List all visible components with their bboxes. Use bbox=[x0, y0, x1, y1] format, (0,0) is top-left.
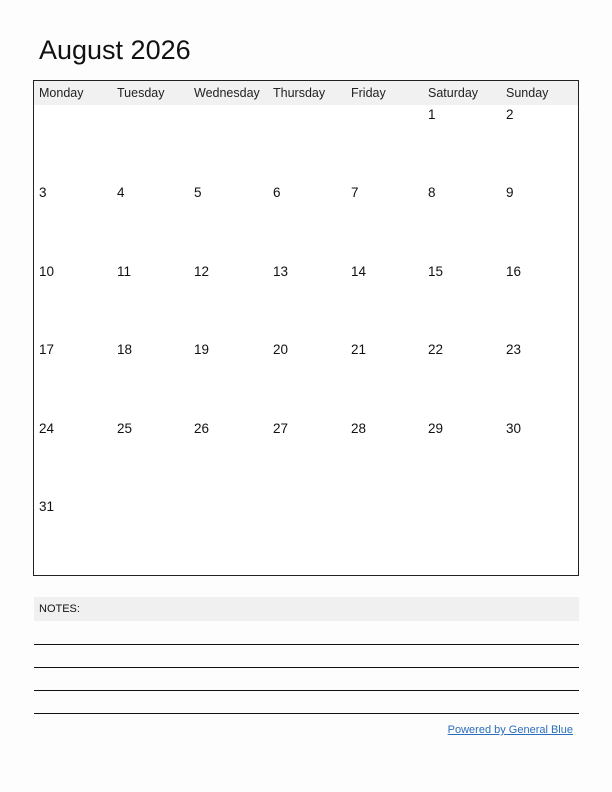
day-cell: 3 bbox=[39, 185, 47, 200]
note-line[interactable] bbox=[34, 667, 579, 668]
day-cell: 23 bbox=[506, 342, 522, 357]
day-cell: 16 bbox=[506, 264, 522, 279]
day-cell: 5 bbox=[194, 185, 202, 200]
day-cell: 25 bbox=[117, 421, 133, 436]
weekday-friday: Friday bbox=[351, 86, 386, 100]
note-line[interactable] bbox=[34, 644, 579, 645]
day-cell: 20 bbox=[273, 342, 289, 357]
day-cell: 4 bbox=[117, 185, 125, 200]
day-cell: 8 bbox=[428, 185, 436, 200]
weekday-monday: Monday bbox=[39, 86, 84, 100]
day-cell: 15 bbox=[428, 264, 444, 279]
calendar-grid: Monday Tuesday Wednesday Thursday Friday… bbox=[33, 80, 579, 576]
day-cell: 21 bbox=[351, 342, 367, 357]
day-cell: 28 bbox=[351, 421, 367, 436]
weekday-wednesday: Wednesday bbox=[194, 86, 260, 100]
day-cell: 27 bbox=[273, 421, 289, 436]
note-line[interactable] bbox=[34, 690, 579, 691]
day-cell: 30 bbox=[506, 421, 522, 436]
weekday-header-row: Monday Tuesday Wednesday Thursday Friday… bbox=[34, 81, 578, 105]
day-cell: 17 bbox=[39, 342, 55, 357]
day-cell: 1 bbox=[428, 107, 436, 122]
day-cell: 29 bbox=[428, 421, 444, 436]
day-cell: 10 bbox=[39, 264, 55, 279]
powered-by-link[interactable]: Powered by General Blue bbox=[448, 724, 573, 736]
weekday-sunday: Sunday bbox=[506, 86, 549, 100]
page-title: August 2026 bbox=[39, 35, 191, 65]
day-cell: 26 bbox=[194, 421, 210, 436]
day-cell: 9 bbox=[506, 185, 514, 200]
day-cell: 2 bbox=[506, 107, 514, 122]
day-cell: 13 bbox=[273, 264, 289, 279]
day-cell: 24 bbox=[39, 421, 55, 436]
day-cell: 19 bbox=[194, 342, 210, 357]
note-line[interactable] bbox=[34, 713, 579, 714]
day-cell: 22 bbox=[428, 342, 444, 357]
day-cell: 7 bbox=[351, 185, 359, 200]
weekday-thursday: Thursday bbox=[273, 86, 326, 100]
weekday-saturday: Saturday bbox=[428, 86, 479, 100]
day-cell: 11 bbox=[117, 264, 132, 279]
day-cell: 12 bbox=[194, 264, 210, 279]
notes-header: NOTES: bbox=[34, 597, 579, 621]
weekday-tuesday: Tuesday bbox=[117, 86, 165, 100]
day-cell: 14 bbox=[351, 264, 367, 279]
notes-label: NOTES: bbox=[39, 603, 80, 615]
day-cell: 31 bbox=[39, 499, 55, 514]
day-cell: 18 bbox=[117, 342, 133, 357]
day-cell: 6 bbox=[273, 185, 281, 200]
